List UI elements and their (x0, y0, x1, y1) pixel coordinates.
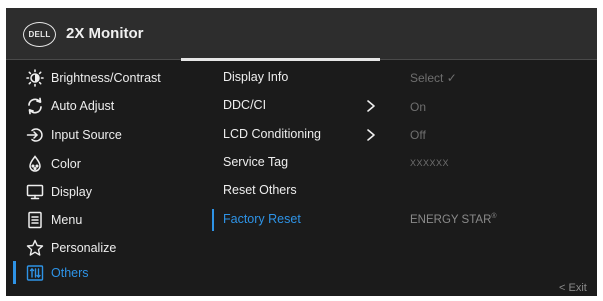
monitor-osd: DELL 2X Monitor Brightness/Contrast Auto… (6, 8, 597, 296)
display-info-value: Select ✓ (410, 71, 457, 85)
menu-document-icon (26, 211, 44, 229)
input-source-icon (26, 126, 44, 144)
dell-logo: DELL (23, 22, 56, 47)
menu-item-brightness-contrast[interactable]: Brightness/Contrast (6, 65, 206, 91)
brightness-icon (26, 69, 44, 87)
header-divider (6, 59, 181, 60)
menu-item-others[interactable]: Others (6, 260, 206, 286)
osd-title: 2X Monitor (66, 25, 144, 42)
menu-item-label: Personalize (51, 241, 117, 255)
energy-star-text: ENERGY STAR (410, 213, 492, 226)
auto-adjust-icon (26, 97, 44, 115)
menu-item-label: Brightness/Contrast (51, 71, 161, 85)
menu-item-label: Menu (51, 213, 83, 227)
lcd-conditioning-value: Off (410, 128, 426, 142)
selected-submenu-indicator (212, 209, 214, 231)
chevron-right-icon (365, 99, 377, 113)
submenu-item-factory-reset[interactable]: Factory Reset (223, 207, 403, 231)
energy-star-label: ENERGY STAR® (410, 213, 497, 226)
header-divider (380, 59, 597, 60)
submenu-item-label: Factory Reset (223, 212, 301, 226)
submenu-item-reset-others[interactable]: Reset Others (223, 178, 403, 202)
menu-item-color[interactable]: Color (6, 151, 206, 177)
submenu-item-display-info[interactable]: Display Info (223, 65, 403, 89)
menu-item-label: Display (51, 185, 92, 199)
submenu-item-label: Service Tag (223, 155, 289, 169)
checkmark-icon: ✓ (446, 71, 457, 85)
display-info-select-text: Select (410, 71, 444, 85)
ddc-ci-value: On (410, 100, 427, 114)
submenu-item-service-tag[interactable]: Service Tag (223, 150, 403, 174)
exit-button[interactable]: < Exit (559, 282, 587, 294)
star-icon (26, 239, 44, 257)
menu-item-personalize[interactable]: Personalize (6, 235, 206, 261)
submenu-item-label: Reset Others (223, 183, 297, 197)
color-palette-icon (26, 155, 44, 173)
service-tag-value: XXXXXX (410, 158, 450, 168)
submenu-item-label: Display Info (223, 70, 289, 84)
submenu-item-label: LCD Conditioning (223, 127, 321, 141)
menu-item-label: Color (51, 157, 81, 171)
submenu-item-label: DDC/CI (223, 98, 267, 112)
registered-mark: ® (491, 213, 497, 220)
menu-item-menu[interactable]: Menu (6, 207, 206, 233)
menu-item-display[interactable]: Display (6, 179, 206, 205)
menu-item-label: Others (51, 266, 89, 280)
others-icon (26, 264, 44, 282)
menu-item-label: Input Source (51, 128, 122, 142)
menu-item-auto-adjust[interactable]: Auto Adjust (6, 93, 206, 119)
menu-item-label: Auto Adjust (51, 99, 115, 113)
menu-item-input-source[interactable]: Input Source (6, 122, 206, 148)
header-divider-highlight (181, 58, 380, 61)
chevron-right-icon (365, 128, 377, 142)
display-icon (26, 183, 44, 201)
osd-header: DELL 2X Monitor (6, 8, 597, 60)
